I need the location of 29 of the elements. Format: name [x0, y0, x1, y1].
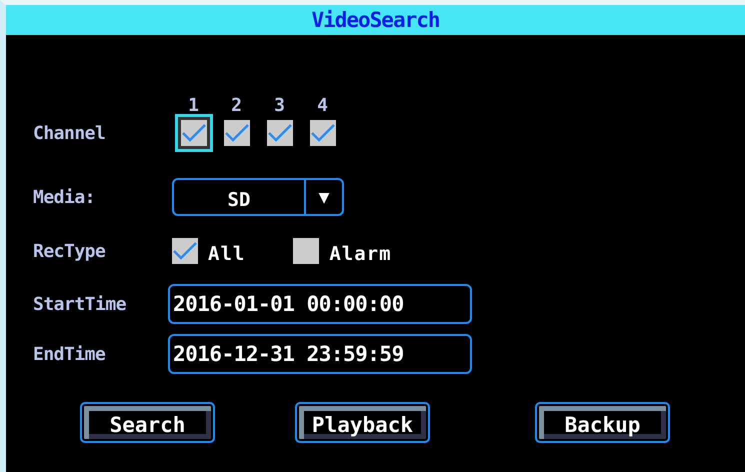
channel-number: 4 [317, 94, 328, 116]
start-time-label: StartTime [33, 294, 128, 314]
channel-checkbox[interactable] [310, 120, 336, 146]
check-icon [182, 122, 206, 142]
start-time-field[interactable]: 2016-01-01 00:00:00 [168, 284, 472, 324]
media-label: Media: [33, 186, 96, 208]
channel-checkbox[interactable] [266, 120, 292, 146]
media-dropdown[interactable]: SD ▼ [172, 178, 344, 216]
check-icon [224, 122, 248, 142]
end-time-label: EndTime [33, 344, 106, 364]
channel-label: Channel [33, 122, 106, 144]
rectype-checkbox[interactable] [172, 238, 198, 264]
check-icon [268, 122, 292, 142]
window-title: VideoSearch [311, 8, 440, 32]
rectype-label: RecType [33, 240, 106, 262]
dropdown-value: SD [226, 188, 252, 212]
action-button[interactable]: Backup [535, 402, 670, 443]
option-label: All [208, 243, 246, 265]
rectype-checkbox[interactable] [293, 238, 320, 264]
check-icon [310, 122, 334, 142]
channel-number: 3 [274, 94, 285, 116]
check-icon [173, 241, 197, 261]
channel-checkbox[interactable] [224, 120, 250, 146]
action-button[interactable]: Playback [295, 402, 430, 443]
channel-number: 2 [231, 94, 242, 116]
channel-number: 1 [188, 94, 199, 116]
action-button[interactable]: Search [80, 402, 215, 443]
option-label: Alarm [329, 243, 392, 265]
end-time-field[interactable]: 2016-12-31 23:59:59 [168, 334, 472, 374]
